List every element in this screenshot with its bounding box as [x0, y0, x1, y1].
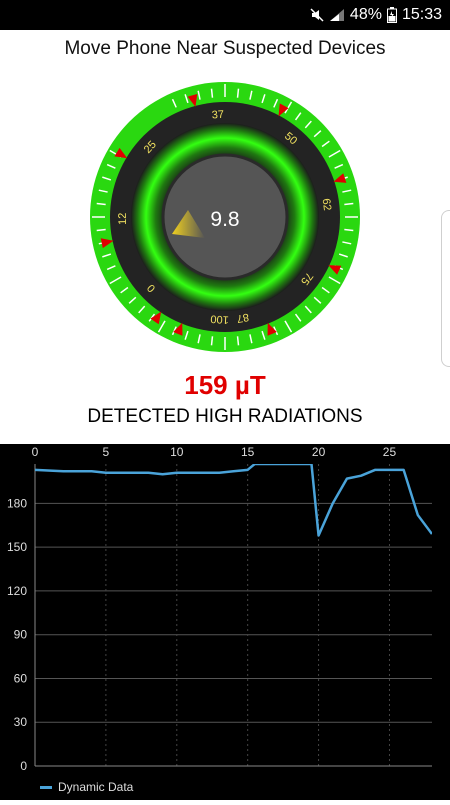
series-line — [35, 464, 432, 537]
status-indicators: 48% 15:33 — [310, 0, 442, 30]
clock: 15:33 — [401, 6, 442, 23]
x-tick-label: 0 — [32, 445, 39, 459]
scale-tick — [344, 228, 354, 232]
gauge-svg: 012253750627587100 9.8 — [90, 82, 360, 352]
side-scroll-handle[interactable] — [441, 210, 450, 367]
battery-icon — [386, 7, 397, 23]
y-tick-label: 150 — [7, 540, 27, 554]
x-tick-label: 25 — [383, 445, 397, 459]
chart-svg: 0 30 60 90 120 150 180 0 5 10 15 20 25 — [7, 445, 432, 773]
legend-label: Dynamic Data — [58, 780, 134, 794]
radiation-gauge: 0 12 25 37 50 62 75 87 100 9.8 — [0, 70, 450, 370]
scale-label: 37 — [211, 109, 224, 122]
status-bar: 48% 15:33 — [0, 0, 450, 30]
signal-icon — [329, 8, 345, 22]
scale-label: 87 — [236, 311, 250, 325]
y-tick-label: 120 — [7, 584, 27, 598]
legend-swatch — [40, 785, 52, 789]
y-tick-label: 180 — [7, 496, 27, 510]
scale-tick — [236, 88, 240, 98]
x-tick-label: 15 — [241, 445, 255, 459]
scale-tick — [96, 228, 106, 232]
scale-tick — [344, 202, 354, 206]
scale-tick — [210, 88, 214, 98]
x-tick-label: 10 — [170, 445, 184, 459]
y-tick-label: 30 — [14, 715, 28, 729]
y-tick-label: 0 — [20, 759, 27, 773]
y-tick-label: 60 — [14, 671, 28, 685]
scale-tick — [96, 202, 106, 206]
gauge-value: 9.8 — [210, 208, 239, 231]
dynamic-chart: 0 30 60 90 120 150 180 0 5 10 15 20 25 — [0, 444, 450, 800]
scale-tick — [210, 336, 214, 346]
instruction-text: Move Phone Near Suspected Devices — [64, 38, 386, 59]
y-tick-label: 90 — [14, 628, 28, 642]
scale-label: 12 — [117, 213, 129, 225]
radiation-reading: 159 µT — [184, 370, 266, 400]
scale-tick — [236, 336, 240, 346]
scale-label: 100 — [210, 312, 229, 325]
scale-label: 62 — [320, 198, 333, 212]
battery-percent: 48% — [349, 6, 382, 23]
mute-icon — [310, 8, 324, 22]
status-message: DETECTED HIGH RADIATIONS — [87, 406, 363, 427]
x-tick-label: 5 — [103, 445, 110, 459]
chart-legend: Dynamic Data — [40, 780, 133, 794]
x-tick-label: 20 — [312, 445, 326, 459]
